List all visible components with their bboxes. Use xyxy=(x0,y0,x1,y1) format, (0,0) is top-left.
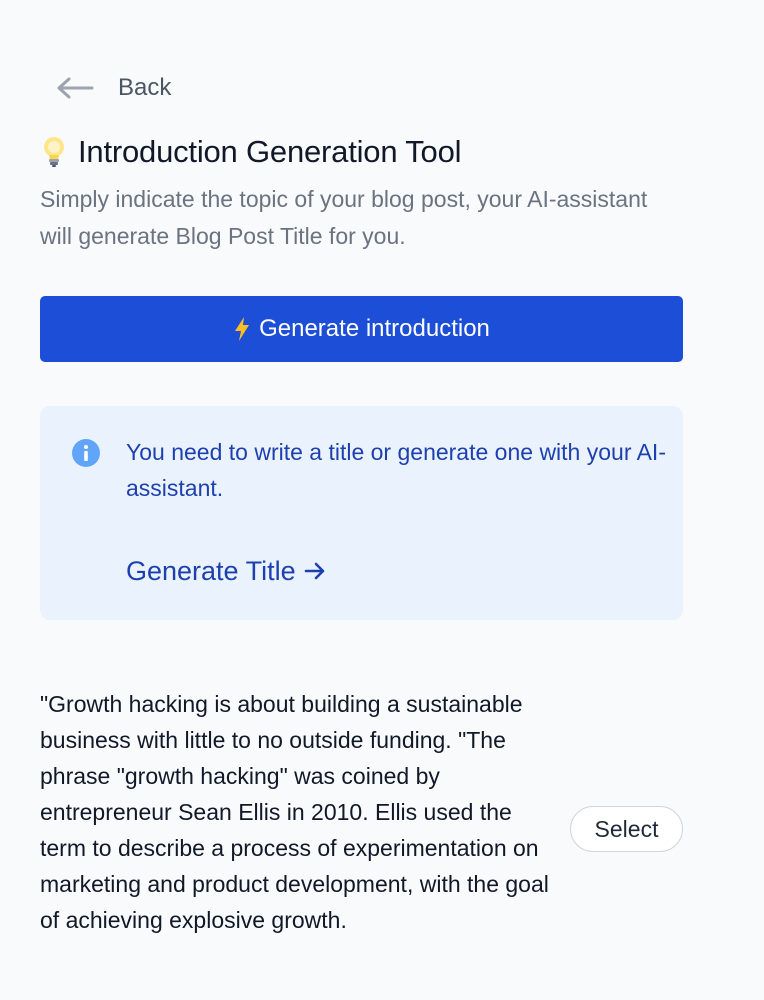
generate-title-link[interactable]: Generate Title xyxy=(126,553,326,589)
generate-introduction-label: Generate introduction xyxy=(259,315,490,342)
info-icon xyxy=(72,439,100,467)
generate-introduction-button[interactable]: Generate introduction xyxy=(40,296,683,362)
generate-title-label: Generate Title xyxy=(126,556,296,586)
arrow-left-icon xyxy=(57,77,94,99)
page-subtitle: Simply indicate the topic of your blog p… xyxy=(40,186,648,249)
select-button[interactable]: Select xyxy=(570,806,683,852)
page: Back Introduction Generation Tool Simply… xyxy=(0,0,764,1000)
back-link[interactable]: Back xyxy=(56,70,171,106)
lightning-icon xyxy=(235,317,250,341)
info-alert: You need to write a title or generate on… xyxy=(40,406,683,620)
alert-message: You need to write a title or generate on… xyxy=(126,439,666,501)
arrow-right-icon xyxy=(304,562,324,580)
generated-introduction-text: "Growth hacking is about building a sust… xyxy=(40,691,549,933)
lightbulb-icon xyxy=(44,137,64,167)
page-title: Introduction Generation Tool xyxy=(78,134,462,169)
page-header: Introduction Generation Tool xyxy=(40,130,462,174)
back-label: Back xyxy=(118,74,172,101)
